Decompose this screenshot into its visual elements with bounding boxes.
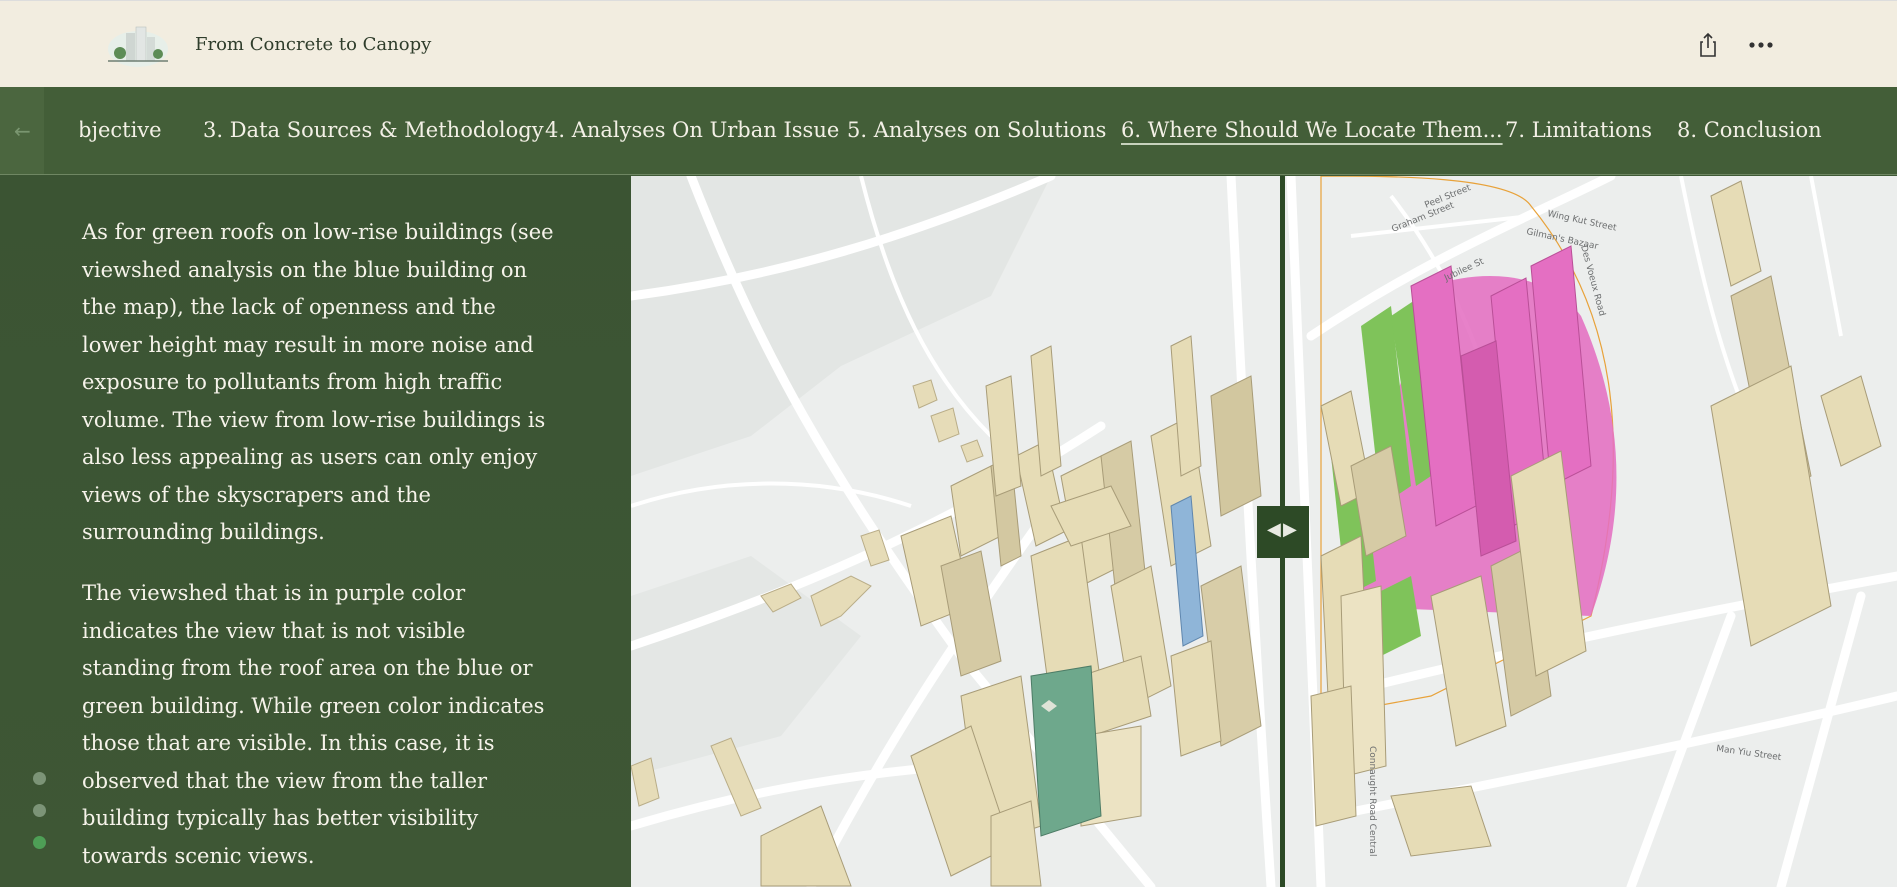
slide-dot-1[interactable] <box>33 772 46 785</box>
slide-dot-2[interactable] <box>33 804 46 817</box>
narrative-paragraph: As for green roofs on low-rise buildings… <box>82 220 554 544</box>
share-icon <box>1700 32 1716 57</box>
share-button[interactable] <box>1696 31 1720 59</box>
app-header: From Concrete to Canopy <box>0 0 1897 87</box>
nav-scroll-back-button[interactable]: ← <box>0 87 44 174</box>
3d-map-swipe-view[interactable]: Peel Street Graham Street Wing Kut Stree… <box>631 176 1897 887</box>
narrative-panel: As for green roofs on low-rise buildings… <box>0 175 631 887</box>
narrative-paragraph: The viewshed that is in purple color ind… <box>82 581 545 868</box>
arrow-left-icon: ← <box>14 119 31 143</box>
nav-item-data-sources[interactable]: 3. Data Sources & Methodology <box>203 118 544 142</box>
nav-item-limitations[interactable]: 7. Limitations <box>1505 118 1652 142</box>
nav-item-conclusion[interactable]: 8. Conclusion <box>1677 118 1822 142</box>
nav-item-urban-issue[interactable]: 4. Analyses On Urban Issue <box>545 118 839 142</box>
slide-dot-3-active[interactable] <box>33 836 46 849</box>
more-options-button[interactable] <box>1746 35 1776 55</box>
chevron-left-icon: ◀ <box>1267 519 1281 540</box>
nav-item-objective[interactable]: bjective <box>80 118 162 142</box>
nav-items-track: bjective 3. Data Sources & Methodology 4… <box>80 87 1880 174</box>
more-horizontal-icon <box>1749 42 1773 48</box>
buildings-logo-icon <box>102 19 174 67</box>
section-navigation: ← bjective 3. Data Sources & Methodology… <box>0 87 1897 175</box>
nav-item-where-locate[interactable]: 6. Where Should We Locate Them... <box>1121 118 1503 142</box>
app-title: From Concrete to Canopy <box>195 34 432 55</box>
chevron-right-icon: ▶ <box>1283 519 1297 540</box>
swipe-handle[interactable]: ◀ ▶ <box>1257 506 1309 558</box>
street-label: Connaught Road Central <box>1367 746 1377 856</box>
nav-item-solutions[interactable]: 5. Analyses on Solutions <box>847 118 1106 142</box>
